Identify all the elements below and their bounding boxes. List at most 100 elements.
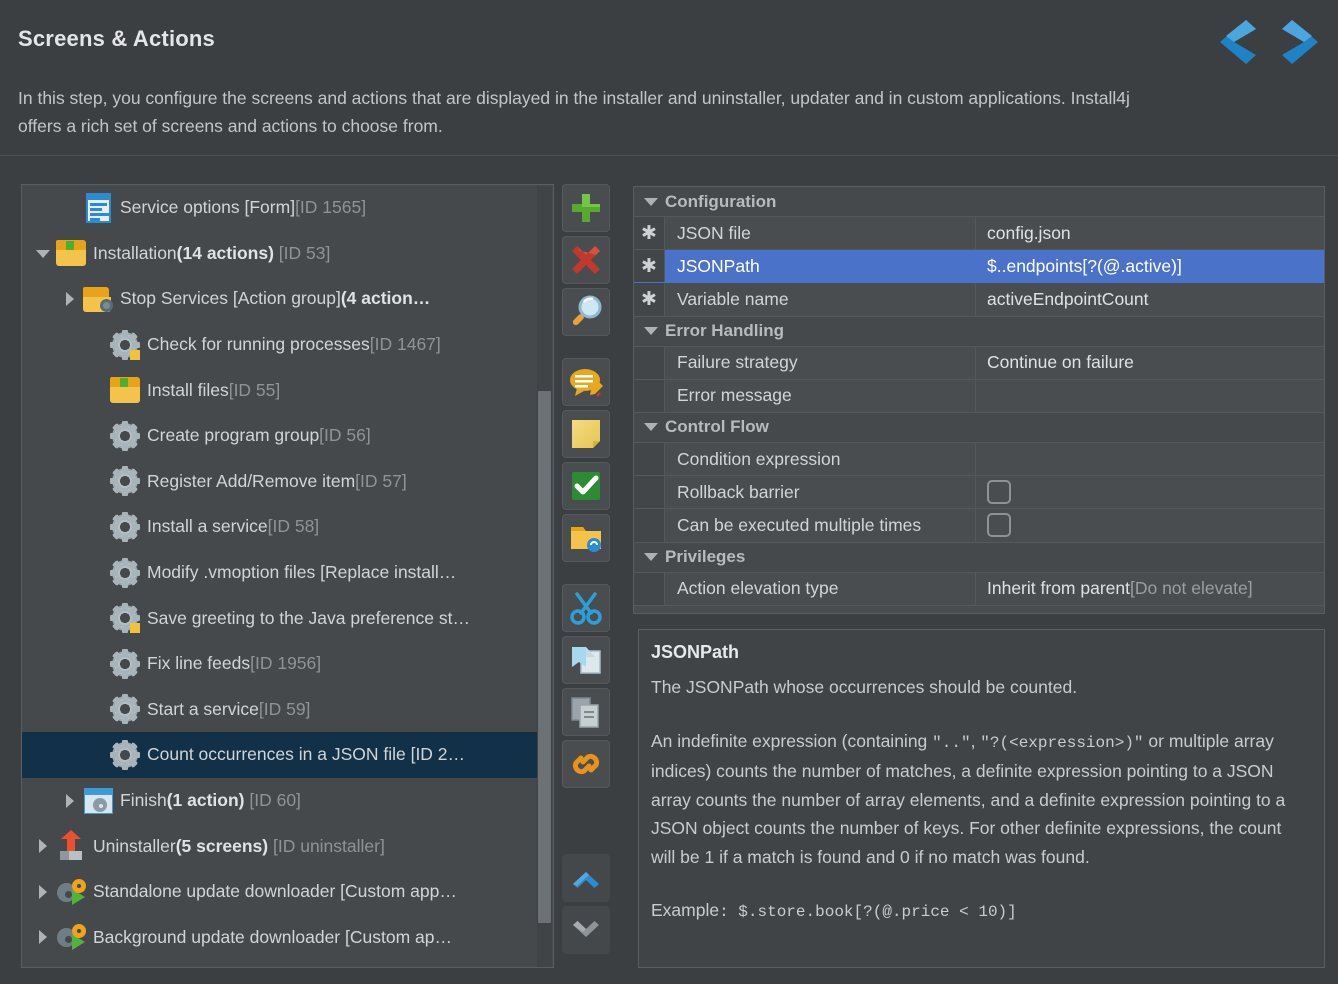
window-gear-icon xyxy=(81,784,115,818)
field-marker-spacer xyxy=(634,572,665,605)
rename-button[interactable] xyxy=(562,358,610,406)
screens-actions-tree[interactable]: Service options [Form] [ID 1565] Installa… xyxy=(21,184,554,968)
page-title: Screens & Actions xyxy=(18,26,215,51)
property-group-header[interactable]: Control Flow xyxy=(634,412,1324,443)
property-row[interactable]: Action elevation type Inherit from parent… xyxy=(634,572,1324,606)
tree-row[interactable]: Create program group [ID 56] xyxy=(22,413,539,459)
property-row[interactable]: Condition expression xyxy=(634,442,1324,477)
property-group-header[interactable]: Error Handling xyxy=(634,316,1324,347)
paste-button[interactable] xyxy=(562,636,610,684)
tree-row[interactable]: Modify .vmoption files [Replace install… xyxy=(22,550,539,596)
tree-row-label: Install files xyxy=(147,379,229,400)
tree-row[interactable]: Save greeting to the Java preference st… xyxy=(22,595,539,641)
property-group-header[interactable]: Privileges xyxy=(634,542,1324,573)
property-value[interactable] xyxy=(976,380,1324,412)
tree-row[interactable]: Check for running processes [ID 1467] xyxy=(22,322,539,368)
property-row[interactable]: ✱ JSON file config.json xyxy=(634,217,1324,251)
property-row[interactable]: Can be executed multiple times xyxy=(634,509,1324,543)
gear-icon xyxy=(108,647,142,681)
page-description: In this step, you configure the screens … xyxy=(18,88,1130,136)
tree-row[interactable]: Background update downloader [Custom ap… xyxy=(22,915,539,961)
previous-step-button[interactable] xyxy=(1208,16,1262,68)
property-row[interactable]: Failure strategy Continue on failure xyxy=(634,346,1324,380)
property-value[interactable]: activeEndpointCount xyxy=(976,283,1324,315)
cut-button[interactable] xyxy=(562,584,610,632)
property-value[interactable] xyxy=(976,476,1324,508)
tree-row[interactable]: Install a service [ID 58] xyxy=(22,504,539,550)
property-value[interactable]: Inherit from parent [Do not elevate] xyxy=(976,573,1324,605)
tree-row[interactable]: Start a service [ID 59] xyxy=(22,687,539,733)
gear-note-icon xyxy=(108,328,142,362)
checkbox[interactable] xyxy=(987,513,1011,538)
tree-row[interactable]: Uninstaller (5 screens) [ID uninstaller] xyxy=(22,823,539,869)
collapse-arrow-icon[interactable] xyxy=(32,242,54,264)
property-group-header[interactable]: Configuration xyxy=(634,187,1324,217)
property-name: JSONPath xyxy=(665,250,976,283)
expand-arrow-icon[interactable] xyxy=(59,790,81,812)
tree-row[interactable]: Stop Services [Action group] (4 action… xyxy=(22,276,539,322)
expand-arrow-icon[interactable] xyxy=(32,881,54,903)
gear-note-icon xyxy=(108,601,142,635)
remove-button[interactable] xyxy=(562,236,610,284)
gear-icon xyxy=(108,510,142,544)
field-marker-spacer xyxy=(634,476,665,509)
tree-row[interactable]: Register Add/Remove item [ID 57] xyxy=(22,459,539,505)
copy-button[interactable] xyxy=(562,688,610,736)
find-button[interactable] xyxy=(562,288,610,336)
collapse-arrow-icon[interactable] xyxy=(644,327,658,336)
collapse-arrow-icon[interactable] xyxy=(644,423,658,432)
property-value[interactable]: config.json xyxy=(976,217,1324,249)
property-value[interactable] xyxy=(976,443,1324,475)
property-value[interactable] xyxy=(976,509,1324,541)
desc-p2-part-a: An indefinite expression (containing xyxy=(651,730,933,751)
link-button[interactable] xyxy=(562,740,610,788)
tree-row[interactable]: Fix line feeds [ID 1956] xyxy=(22,641,539,687)
tree-row[interactable]: Install files [ID 55] xyxy=(22,367,539,413)
group-button[interactable] xyxy=(562,514,610,562)
tree-scrollbar-track[interactable] xyxy=(537,186,552,967)
property-row[interactable]: ✱ Variable name activeEndpointCount xyxy=(634,283,1324,317)
move-down-button[interactable] xyxy=(562,906,610,954)
expand-arrow-icon[interactable] xyxy=(32,835,54,857)
tree-row[interactable]: Finish (1 action) [ID 60] xyxy=(22,778,539,824)
tree-row-label: Install a service xyxy=(147,516,268,537)
tree-row-label: Start a service xyxy=(147,698,259,719)
note-button[interactable] xyxy=(562,410,610,458)
tree-row[interactable]: Installation (14 actions) [ID 53] xyxy=(22,231,539,277)
collapse-arrow-icon[interactable] xyxy=(644,553,658,561)
add-button[interactable] xyxy=(562,184,610,232)
property-group-title: Configuration xyxy=(665,191,777,211)
tree-row[interactable]: Count occurrences in a JSON file [ID 2… xyxy=(22,732,539,778)
property-value[interactable]: $..endpoints[?(@.active)] xyxy=(976,250,1324,282)
checkbox[interactable] xyxy=(987,480,1011,505)
property-table[interactable]: Configuration ✱ JSON file config.json ✱ JSONP… xyxy=(633,186,1325,614)
tree-row-label: Finish xyxy=(120,790,167,811)
property-row[interactable]: Rollback barrier xyxy=(634,476,1324,510)
expand-arrow-icon[interactable] xyxy=(59,288,81,310)
gear-icon xyxy=(108,738,142,772)
property-row[interactable]: Error message xyxy=(634,379,1324,413)
field-marker-spacer xyxy=(634,379,665,412)
tree-row[interactable]: Standalone update downloader [Custom app… xyxy=(22,869,539,915)
tree-row[interactable]: Service options [Form] [ID 1565] xyxy=(22,185,539,231)
tree-row-label: Uninstaller xyxy=(93,835,176,856)
folder-download-icon xyxy=(108,373,142,407)
property-value[interactable]: Continue on failure xyxy=(976,347,1324,379)
collapse-arrow-icon[interactable] xyxy=(644,197,658,206)
field-marker-spacer xyxy=(634,442,665,476)
tree-row-count: (5 screens) xyxy=(175,835,269,856)
property-value-hint: [Do not elevate] xyxy=(1129,578,1253,599)
expand-arrow-icon[interactable] xyxy=(32,926,54,948)
property-row[interactable]: ✱ JSONPath $..endpoints[?(@.active)] xyxy=(634,250,1324,284)
enable-button[interactable] xyxy=(562,462,610,510)
next-step-button[interactable] xyxy=(1276,16,1330,68)
description-title: JSONPath xyxy=(651,642,740,662)
tree-scrollbar-thumb[interactable] xyxy=(538,391,551,923)
move-up-button[interactable] xyxy=(562,854,610,902)
description-paragraph-1: The JSONPath whose occurrences should be… xyxy=(651,677,1078,697)
property-value-text: config.json xyxy=(987,222,1071,243)
desc-p2-part-b: , xyxy=(970,730,981,751)
desc-p2-code-2: "?(<expression>)" xyxy=(980,733,1144,752)
